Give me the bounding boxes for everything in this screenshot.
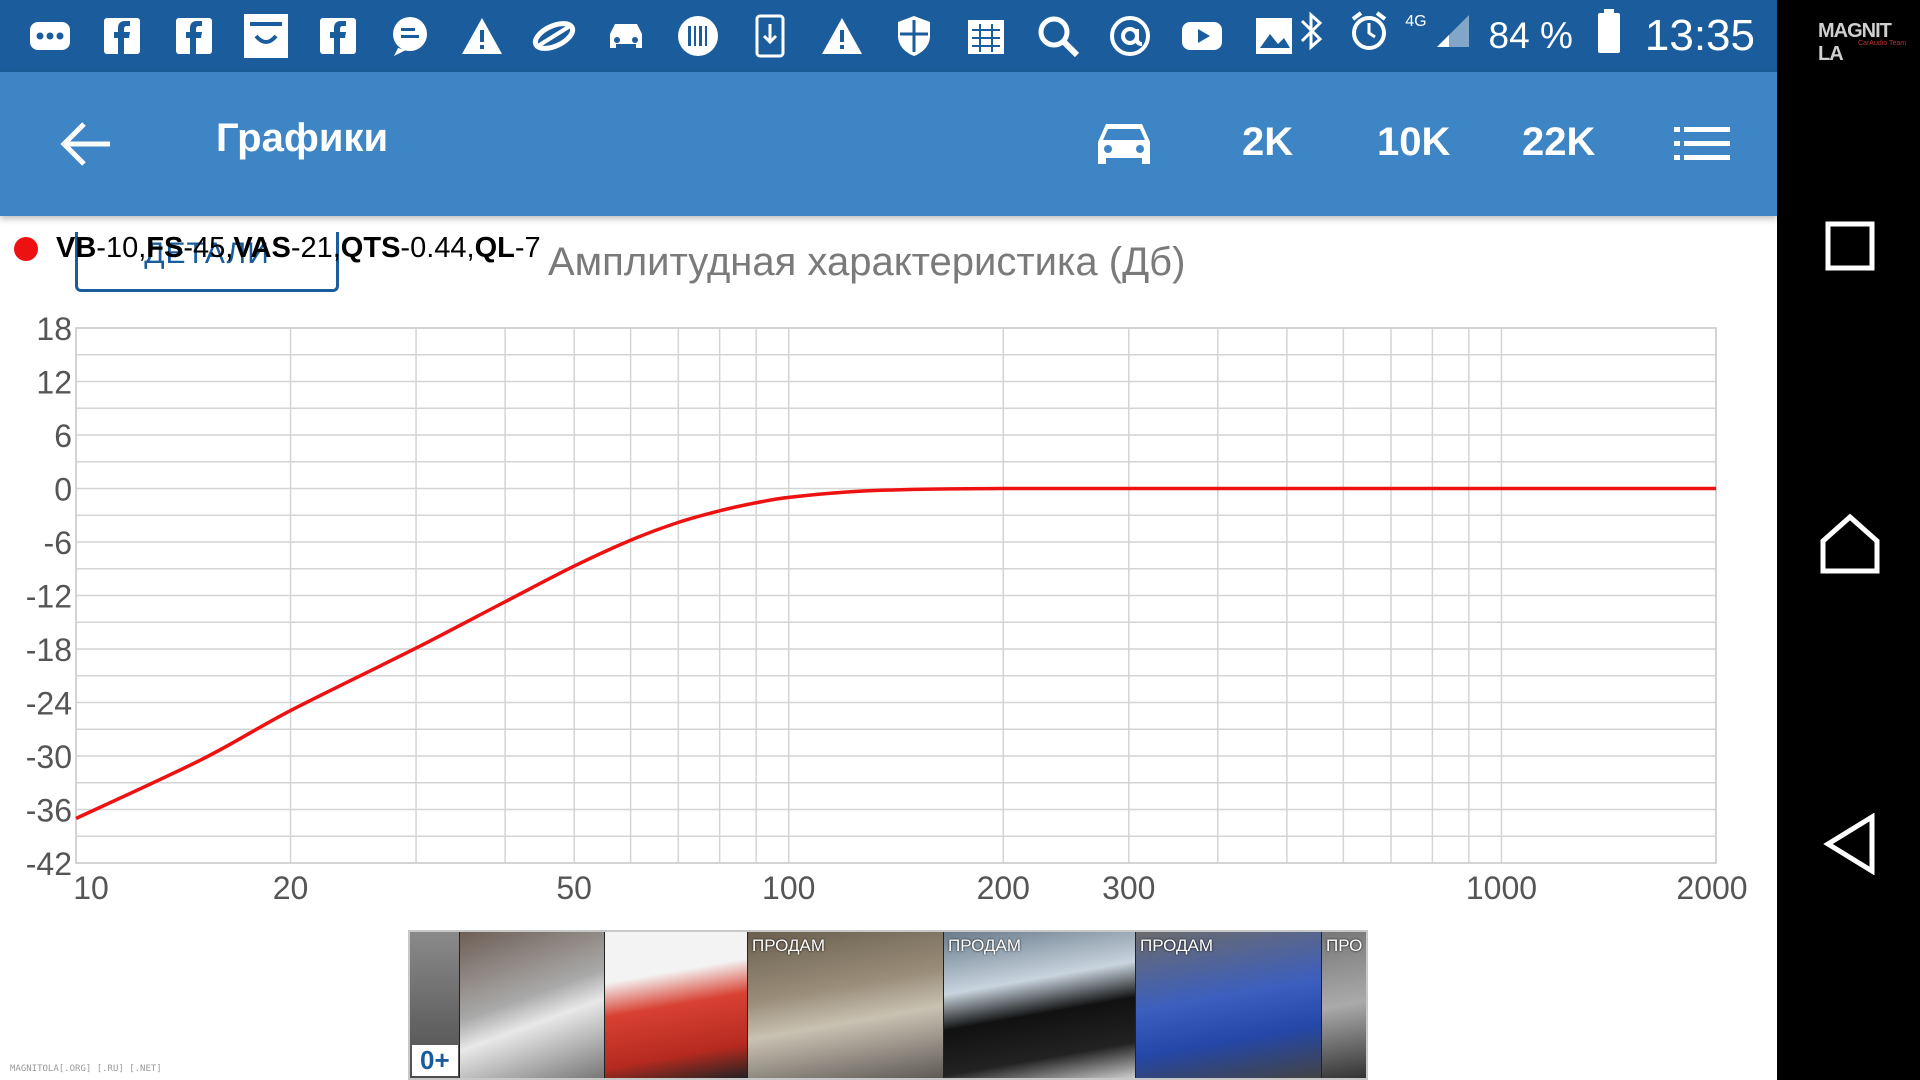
series-line (75, 486, 1716, 821)
legend-marker (14, 236, 38, 261)
legend-val-vb: -10, (96, 232, 147, 264)
car-service-icon (602, 12, 650, 60)
x-tick-label: 1000 (1466, 870, 1537, 900)
ad-tag: ПРОДАМ (1140, 936, 1214, 955)
recents-button[interactable] (1812, 208, 1888, 284)
arrow-left-icon (60, 122, 110, 166)
warning-icon (458, 12, 506, 60)
legend-val-vas: -21, (290, 232, 341, 264)
battery-percent: 84 % (1488, 15, 1573, 56)
chart-header: ДЕТАЛИ VB -10, FS -45, VAS -21, QTS -0.44, Q… (0, 228, 1777, 292)
link-icon (530, 12, 578, 60)
shopping-bag-icon (242, 12, 290, 60)
ad-banner[interactable]: ПРОДАМ ПРОДАМ ПРОДАМ ПРО 0+ (408, 930, 1368, 1080)
y-tick-label: -36 (26, 793, 72, 829)
battery-icon (1587, 8, 1631, 64)
ad-tag: ПРОДАМ (948, 936, 1022, 955)
alarm-icon (1347, 9, 1391, 63)
car-button[interactable] (1090, 112, 1158, 176)
triangle-back-icon (1823, 813, 1875, 875)
clock: 13:35 (1644, 11, 1755, 60)
facebook-icon (98, 12, 146, 60)
y-tick-label: 6 (54, 418, 72, 454)
at-sign-icon (1106, 12, 1154, 60)
brand-tagline: CarAudio Team (1858, 40, 1907, 47)
x-tick-label: 10 (73, 870, 109, 900)
ad-tag: ПРОДАМ (752, 936, 826, 955)
watermark-text: MAGNITOLA[.ORG] [.RU] [.NET] (10, 1064, 162, 1074)
x-tick-label: 50 (556, 870, 592, 900)
y-tick-label: -30 (26, 739, 72, 775)
legend-key-fs: FS (146, 232, 184, 264)
legend-val-qts: -0.44, (400, 232, 475, 264)
x-tick-label: 300 (1102, 870, 1155, 900)
app-screen: 4G 84 % 13:35 Графики 2K 10K 22K ДЕТАЛИ … (0, 0, 1777, 1080)
page-title: Графики (216, 116, 389, 160)
chart-legend: VB -10, FS -45, VAS -21, QTS -0.44, QL -7 (14, 232, 541, 265)
ad-image[interactable] (460, 932, 605, 1078)
ad-image[interactable]: ПРОДАМ (1136, 932, 1322, 1078)
home-icon (1820, 513, 1880, 574)
facebook-icon (170, 12, 218, 60)
network-type: 4G (1405, 13, 1427, 30)
square-icon (1825, 221, 1875, 271)
status-right: 4G 84 % 13:35 (1289, 6, 1755, 66)
y-tick-label: -12 (26, 579, 72, 615)
legend-val-ql: -7 (514, 232, 541, 264)
home-button[interactable] (1812, 506, 1888, 582)
ad-image[interactable] (605, 932, 748, 1078)
chart-axes: 18 12 6 0 -6 -12 -18 -24 -30 -36 -4210 20 50 100 200 30… (26, 311, 1748, 900)
status-bar: 4G 84 % 13:35 (0, 0, 1777, 72)
ad-tag: ПРО (1326, 936, 1363, 955)
menu-button[interactable] (1670, 116, 1734, 172)
legend-val-fs: -45, (183, 232, 234, 264)
chart-title: Амплитудная характеристика (Дб) (548, 240, 1186, 284)
car-icon (1098, 124, 1150, 164)
search-icon (1034, 12, 1082, 60)
youtube-icon (1178, 12, 1226, 60)
download-icon (746, 12, 794, 60)
warning-icon (818, 12, 866, 60)
chart-grid (75, 327, 1717, 864)
calendar-icon (962, 12, 1010, 60)
barcode-icon (674, 12, 722, 60)
ad-image[interactable]: ПРОДАМ (748, 932, 944, 1078)
ad-image[interactable]: ПРОДАМ (944, 932, 1136, 1078)
facebook-icon (314, 12, 362, 60)
shield-icon (890, 12, 938, 60)
more-icon (26, 12, 74, 60)
y-tick-label: 18 (36, 311, 72, 347)
range-22k-button[interactable]: 22K (1522, 120, 1595, 165)
signal-icon (1431, 11, 1475, 61)
back-button[interactable] (48, 108, 124, 180)
legend-key-vas: VAS (233, 232, 291, 264)
range-10k-button[interactable]: 10K (1377, 120, 1450, 165)
chat-icon (386, 12, 434, 60)
y-tick-label: -6 (44, 525, 72, 561)
amplitude-chart: 18 12 6 0 -6 -12 -18 -24 -30 -36 -4210 20 50 100 200 30… (26, 311, 1748, 900)
legend-key-vb: VB (56, 232, 97, 264)
y-tick-label: -18 (26, 632, 72, 668)
y-tick-label: -42 (26, 846, 72, 882)
list-icon (1674, 127, 1730, 160)
age-rating-badge: 0+ (412, 1045, 458, 1076)
notification-icons (26, 12, 1298, 60)
app-toolbar: Графики 2K 10K 22K (0, 72, 1777, 216)
nav-back-button[interactable] (1812, 806, 1888, 882)
chart-series (75, 486, 1716, 821)
y-tick-label: 0 (54, 472, 72, 508)
x-tick-label: 20 (273, 870, 309, 900)
x-tick-label: 200 (977, 870, 1030, 900)
x-tick-label: 2000 (1676, 870, 1747, 900)
range-2k-button[interactable]: 2K (1242, 120, 1293, 165)
bluetooth-icon (1289, 9, 1333, 63)
y-tick-label: 12 (36, 365, 72, 401)
y-tick-label: -24 (26, 686, 72, 722)
legend-key-qts: QTS (340, 232, 401, 264)
legend-key-ql: QL (474, 232, 515, 264)
x-tick-label: 100 (762, 870, 815, 900)
ad-image[interactable]: ПРО (1322, 932, 1366, 1078)
